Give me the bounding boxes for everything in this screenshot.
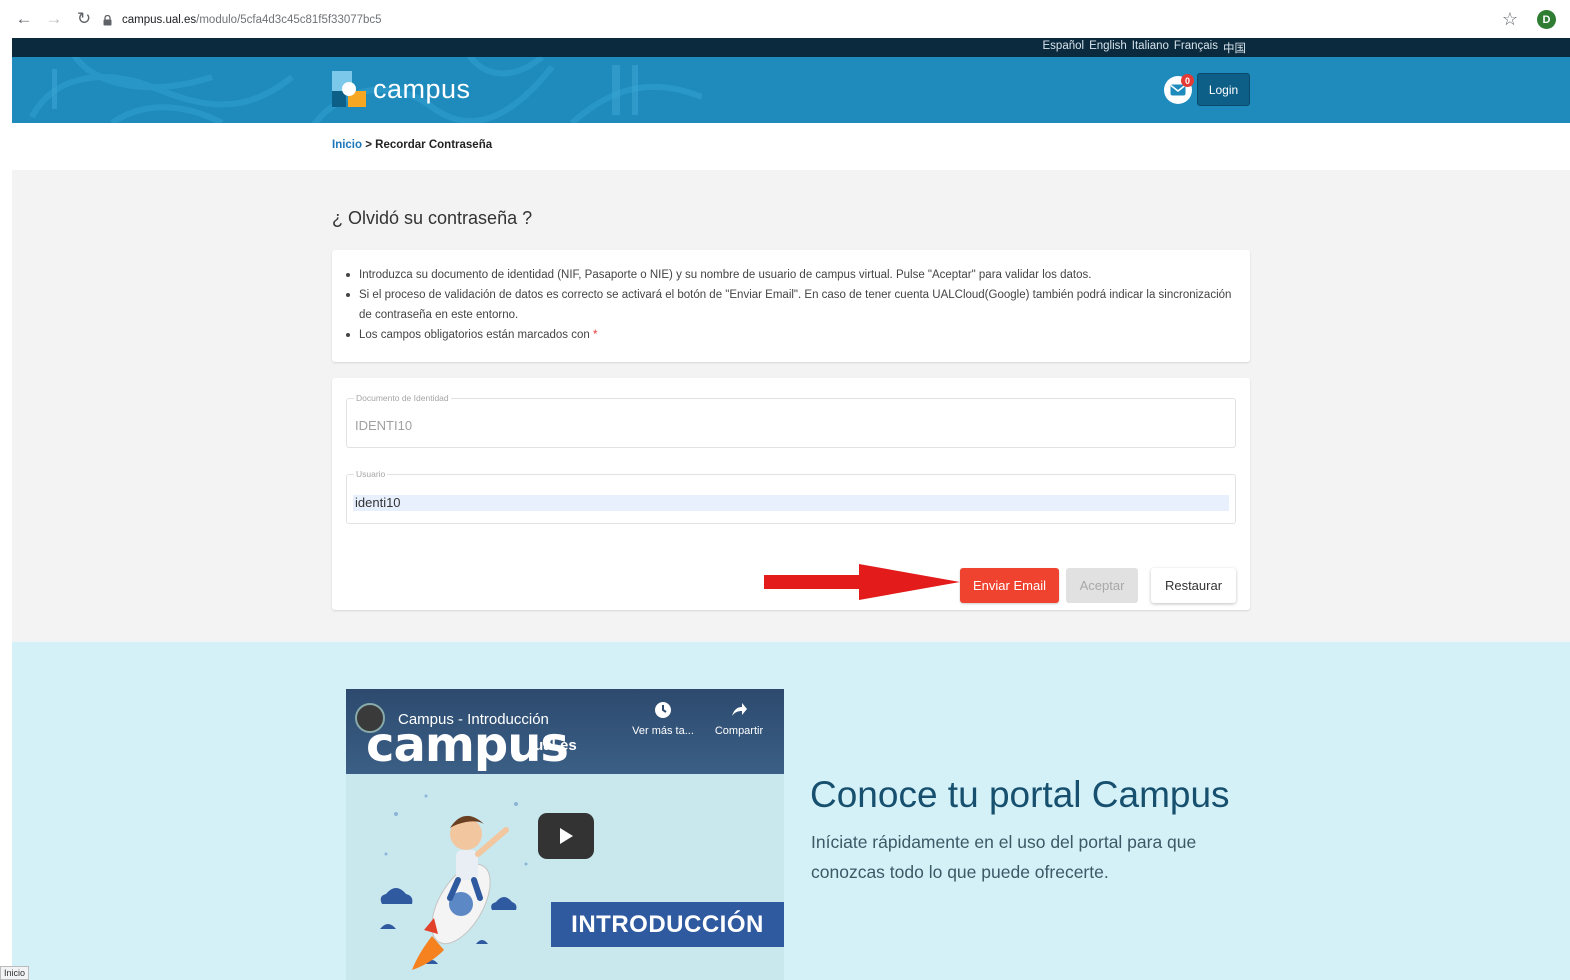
document-field[interactable]: Documento de Identidad IDENTI10 [346, 393, 1236, 448]
reload-icon[interactable]: ↻ [72, 7, 96, 31]
required-asterisk: * [592, 329, 598, 341]
video-title[interactable]: Campus - Introducción [398, 711, 549, 728]
instructions-card: Introduzca su documento de identidad (NI… [332, 250, 1250, 362]
status-bar-tooltip: Inicio [0, 966, 30, 980]
back-icon[interactable]: ← [12, 7, 36, 31]
instruction-item: Introduzca su documento de identidad (NI… [346, 265, 1236, 285]
main-content: ¿ Olvidó su contraseña ? Introduzca su d… [12, 170, 1570, 642]
autofill-highlight [353, 495, 1229, 511]
send-email-button[interactable]: Enviar Email [960, 568, 1059, 603]
rocket-illustration [380, 794, 528, 970]
url-host: campus.ual.es [122, 14, 197, 26]
document-field-value: IDENTI10 [355, 418, 413, 433]
notification-badge: 0 [1181, 74, 1194, 87]
forward-icon[interactable]: → [42, 7, 66, 31]
instruction-text: Los campos obligatorios están marcados c… [359, 329, 590, 341]
url-path: /modulo/5cfa4d3c45c81f5f33077bc5 [196, 14, 382, 26]
promo-description: Iníciate rápidamente en el uso del porta… [811, 832, 1197, 882]
login-button[interactable]: Login [1197, 73, 1250, 106]
play-icon [560, 828, 573, 844]
language-bar: Español English Italiano Français 中国 [12, 38, 1570, 57]
lang-en[interactable]: English [1089, 40, 1127, 56]
lang-fr[interactable]: Français [1174, 40, 1218, 56]
video-domain-suffix: .ual.es [530, 737, 577, 754]
breadcrumb-current: Recordar Contraseña [375, 139, 493, 151]
intro-banner: INTRODUCCIÓN [551, 902, 784, 947]
site-header: campus 0 Login [12, 57, 1570, 123]
address-bar[interactable]: campus.ual.es/modulo/5cfa4d3c45c81f5f330… [100, 9, 382, 31]
lang-zh[interactable]: 中国 [1223, 40, 1246, 56]
breadcrumb-bar: Inicio > Recordar Contraseña [12, 123, 1570, 170]
share-button[interactable]: Compartir [704, 701, 774, 737]
promo-section: campus .ual.es Campus - Introducción Ver… [12, 642, 1570, 980]
watch-later-button[interactable]: Ver más ta... [628, 701, 698, 737]
instruction-item: Si el proceso de validación de datos es … [346, 285, 1236, 325]
document-field-label: Documento de Identidad [354, 393, 451, 403]
play-button[interactable] [538, 813, 594, 859]
username-field-label: Usuario [354, 469, 388, 479]
accept-button[interactable]: Aceptar [1066, 568, 1138, 603]
red-arrow-annotation [764, 564, 960, 600]
reset-button[interactable]: Restaurar [1151, 568, 1236, 603]
bookmark-star-icon[interactable]: ☆ [1502, 9, 1518, 30]
username-field-value: identi10 [355, 495, 401, 510]
share-label: Compartir [714, 725, 764, 737]
video-player[interactable]: campus .ual.es Campus - Introducción Ver… [346, 689, 784, 980]
instruction-item: Los campos obligatorios están marcados c… [346, 325, 1236, 345]
page-title: ¿ Olvidó su contraseña ? [332, 208, 533, 228]
watch-later-label: Ver más ta... [632, 725, 694, 737]
language-links: Español English Italiano Français 中国 [1043, 40, 1246, 56]
breadcrumb-home-link[interactable]: Inicio [332, 139, 362, 151]
clock-icon [628, 701, 698, 719]
lang-it[interactable]: Italiano [1132, 40, 1169, 56]
lang-es[interactable]: Español [1043, 40, 1085, 56]
share-icon [704, 701, 774, 719]
breadcrumb-separator: > [365, 139, 372, 151]
lock-icon [100, 13, 114, 27]
browser-toolbar: ← → ↻ campus.ual.es/modulo/5cfa4d3c45c81… [0, 0, 1570, 38]
instructions-list: Introduzca su documento de identidad (NI… [346, 265, 1236, 345]
campus-logo[interactable]: campus [332, 71, 471, 107]
channel-avatar[interactable] [355, 703, 385, 733]
breadcrumb: Inicio > Recordar Contraseña [332, 139, 492, 151]
campus-logo-icon [332, 71, 366, 107]
promo-title: Conoce tu portal Campus [810, 774, 1230, 815]
username-field[interactable]: Usuario identi10 [346, 469, 1236, 524]
logo-text: campus [373, 73, 471, 104]
profile-avatar[interactable]: D [1537, 10, 1556, 29]
